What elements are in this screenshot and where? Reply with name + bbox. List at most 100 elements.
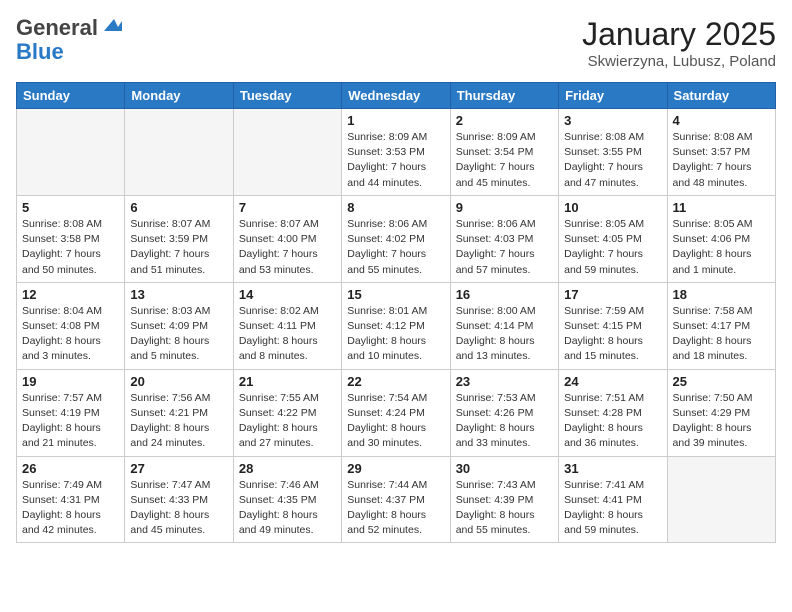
calendar-cell [667,456,775,543]
day-info: Sunrise: 7:54 AMSunset: 4:24 PMDaylight:… [347,391,444,452]
calendar-cell: 31 Sunrise: 7:41 AMSunset: 4:41 PMDayligh… [559,456,667,543]
logo: General Blue [16,16,122,64]
day-info: Sunrise: 7:44 AMSunset: 4:37 PMDaylight:… [347,478,444,539]
day-info: Sunrise: 7:50 AMSunset: 4:29 PMDaylight:… [673,391,770,452]
title-block: January 2025 Skwierzyna, Lubusz, Poland [582,16,776,70]
day-number: 28 [239,461,336,476]
day-header-saturday: Saturday [667,83,775,109]
calendar-cell: 7 Sunrise: 8:07 AMSunset: 4:00 PMDaylight… [233,195,341,282]
logo-blue: Blue [16,40,64,64]
calendar-cell: 4Sunrise: 8:08 AMSunset: 3:57 PMDaylight… [667,109,775,196]
day-number: 24 [564,374,661,389]
day-info: Sunrise: 8:09 AMSunset: 3:54 PMDaylight:… [456,130,553,191]
logo-general: General [16,16,98,40]
day-info: Sunrise: 8:08 AMSunset: 3:55 PMDaylight:… [564,130,661,191]
calendar-cell: 12Sunrise: 8:04 AMSunset: 4:08 PMDayligh… [17,282,125,369]
day-info: Sunrise: 8:01 AMSunset: 4:12 PMDaylight:… [347,304,444,365]
day-info: Sunrise: 8:03 AMSunset: 4:09 PMDaylight:… [130,304,227,365]
day-info: Sunrise: 7:59 AMSunset: 4:15 PMDaylight:… [564,304,661,365]
calendar-title: January 2025 [582,16,776,53]
day-number: 14 [239,287,336,302]
day-info: Sunrise: 7:51 AMSunset: 4:28 PMDaylight:… [564,391,661,452]
calendar-cell [233,109,341,196]
calendar-cell: 3 Sunrise: 8:08 AMSunset: 3:55 PMDaylight… [559,109,667,196]
day-info: Sunrise: 7:41 AMSunset: 4:41 PMDaylight:… [564,478,661,539]
day-number: 11 [673,200,770,215]
day-number: 13 [130,287,227,302]
day-info: Sunrise: 8:07 AMSunset: 4:00 PMDaylight:… [239,217,336,278]
day-info: Sunrise: 8:06 AMSunset: 4:02 PMDaylight:… [347,217,444,278]
calendar-cell: 26 Sunrise: 7:49 AMSunset: 4:31 PMDayligh… [17,456,125,543]
calendar-week-row: 12Sunrise: 8:04 AMSunset: 4:08 PMDayligh… [17,282,776,369]
calendar-cell: 19 Sunrise: 7:57 AMSunset: 4:19 PMDayligh… [17,369,125,456]
day-number: 20 [130,374,227,389]
calendar-cell: 13 Sunrise: 8:03 AMSunset: 4:09 PMDayligh… [125,282,233,369]
day-number: 27 [130,461,227,476]
day-number: 7 [239,200,336,215]
day-header-wednesday: Wednesday [342,83,450,109]
calendar-cell: 2 Sunrise: 8:09 AMSunset: 3:54 PMDaylight… [450,109,558,196]
calendar-cell: 16 Sunrise: 8:00 AMSunset: 4:14 PMDayligh… [450,282,558,369]
day-info: Sunrise: 7:46 AMSunset: 4:35 PMDaylight:… [239,478,336,539]
day-info: Sunrise: 8:07 AMSunset: 3:59 PMDaylight:… [130,217,227,278]
day-info: Sunrise: 7:57 AMSunset: 4:19 PMDaylight:… [22,391,119,452]
day-number: 4 [673,113,770,128]
day-info: Sunrise: 8:00 AMSunset: 4:14 PMDaylight:… [456,304,553,365]
day-info: Sunrise: 7:55 AMSunset: 4:22 PMDaylight:… [239,391,336,452]
calendar-cell: 20Sunrise: 7:56 AMSunset: 4:21 PMDayligh… [125,369,233,456]
day-number: 16 [456,287,553,302]
day-info: Sunrise: 8:08 AMSunset: 3:58 PMDaylight:… [22,217,119,278]
calendar-cell: 17Sunrise: 7:59 AMSunset: 4:15 PMDayligh… [559,282,667,369]
calendar-subtitle: Skwierzyna, Lubusz, Poland [582,53,776,70]
day-info: Sunrise: 7:58 AMSunset: 4:17 PMDaylight:… [673,304,770,365]
calendar-cell: 21 Sunrise: 7:55 AMSunset: 4:22 PMDayligh… [233,369,341,456]
calendar-cell: 25Sunrise: 7:50 AMSunset: 4:29 PMDayligh… [667,369,775,456]
calendar-cell: 18 Sunrise: 7:58 AMSunset: 4:17 PMDayligh… [667,282,775,369]
day-header-tuesday: Tuesday [233,83,341,109]
day-info: Sunrise: 8:09 AMSunset: 3:53 PMDaylight:… [347,130,444,191]
calendar-cell: 29 Sunrise: 7:44 AMSunset: 4:37 PMDayligh… [342,456,450,543]
calendar-cell: 22 Sunrise: 7:54 AMSunset: 4:24 PMDayligh… [342,369,450,456]
day-info: Sunrise: 8:06 AMSunset: 4:03 PMDaylight:… [456,217,553,278]
day-info: Sunrise: 8:05 AMSunset: 4:06 PMDaylight:… [673,217,770,278]
calendar-cell: 6Sunrise: 8:07 AMSunset: 3:59 PMDaylight… [125,195,233,282]
calendar-cell: 14 Sunrise: 8:02 AMSunset: 4:11 PMDayligh… [233,282,341,369]
day-number: 29 [347,461,444,476]
day-number: 9 [456,200,553,215]
calendar-cell: 24 Sunrise: 7:51 AMSunset: 4:28 PMDayligh… [559,369,667,456]
day-number: 26 [22,461,119,476]
calendar-cell: 28 Sunrise: 7:46 AMSunset: 4:35 PMDayligh… [233,456,341,543]
calendar-cell: 5 Sunrise: 8:08 AMSunset: 3:58 PMDaylight… [17,195,125,282]
day-number: 22 [347,374,444,389]
calendar-cell: 11 Sunrise: 8:05 AMSunset: 4:06 PMDayligh… [667,195,775,282]
calendar-cell: 10Sunrise: 8:05 AMSunset: 4:05 PMDayligh… [559,195,667,282]
day-info: Sunrise: 7:49 AMSunset: 4:31 PMDaylight:… [22,478,119,539]
calendar-cell: 9 Sunrise: 8:06 AMSunset: 4:03 PMDaylight… [450,195,558,282]
day-header-thursday: Thursday [450,83,558,109]
day-info: Sunrise: 7:53 AMSunset: 4:26 PMDaylight:… [456,391,553,452]
day-number: 3 [564,113,661,128]
day-number: 5 [22,200,119,215]
day-info: Sunrise: 8:02 AMSunset: 4:11 PMDaylight:… [239,304,336,365]
day-number: 18 [673,287,770,302]
day-number: 10 [564,200,661,215]
day-number: 2 [456,113,553,128]
day-info: Sunrise: 7:47 AMSunset: 4:33 PMDaylight:… [130,478,227,539]
calendar-cell: 23 Sunrise: 7:53 AMSunset: 4:26 PMDayligh… [450,369,558,456]
calendar-cell: 27 Sunrise: 7:47 AMSunset: 4:33 PMDayligh… [125,456,233,543]
day-number: 1 [347,113,444,128]
page-header: General Blue January 2025 Skwierzyna, Lu… [16,16,776,70]
day-info: Sunrise: 7:43 AMSunset: 4:39 PMDaylight:… [456,478,553,539]
day-number: 19 [22,374,119,389]
day-header-monday: Monday [125,83,233,109]
day-number: 31 [564,461,661,476]
logo-bird-icon [100,17,122,35]
day-number: 8 [347,200,444,215]
calendar-week-row: 19 Sunrise: 7:57 AMSunset: 4:19 PMDayligh… [17,369,776,456]
calendar-cell [17,109,125,196]
calendar-week-row: 26 Sunrise: 7:49 AMSunset: 4:31 PMDayligh… [17,456,776,543]
day-header-sunday: Sunday [17,83,125,109]
day-number: 23 [456,374,553,389]
calendar-cell: 8 Sunrise: 8:06 AMSunset: 4:02 PMDaylight… [342,195,450,282]
day-number: 21 [239,374,336,389]
